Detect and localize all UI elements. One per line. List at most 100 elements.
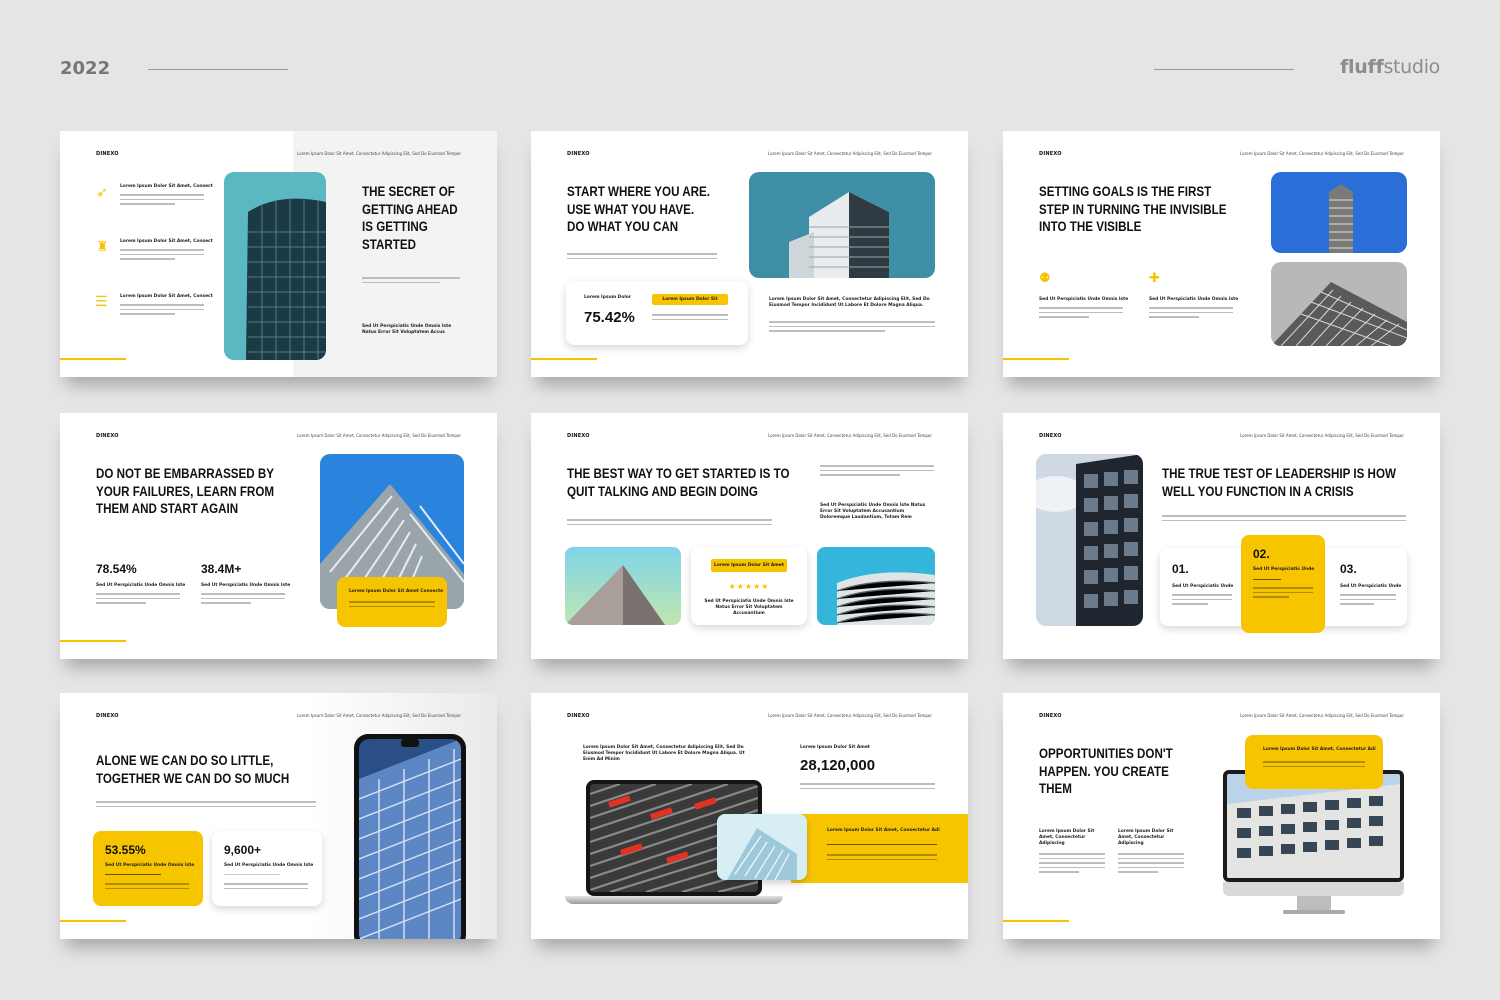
- s7-stat1-card: 53.55% Sed Ut Perspiciatis Unde Omnis Is…: [93, 831, 203, 906]
- s5-tag: Lorem Ipsum Dolor Sit Amet: [711, 559, 787, 572]
- s2-stat: 75.42%: [584, 309, 635, 326]
- s4-stat2: 38.4M+: [201, 562, 242, 576]
- slide-5[interactable]: DINEXO Lorem Ipsum Dolor Sit Amet, Conse…: [531, 413, 968, 659]
- slide-logo: DINEXO: [1039, 433, 1062, 439]
- slide-topnote: Lorem Ipsum Dolor Sit Amet, Consectetur …: [768, 151, 932, 156]
- tower-sky-photo: [1271, 172, 1407, 253]
- slide-logo: DINEXO: [96, 151, 119, 157]
- puzzle-icon: ✚: [1149, 271, 1160, 286]
- s7-stat2-label: Sed Ut Perspiciatis Unde Omnis Iste: [224, 863, 314, 868]
- accent-line: [1003, 920, 1069, 922]
- header-rule-right: [1154, 69, 1294, 70]
- slide-6[interactable]: DINEXO Lorem Ipsum Dolor Sit Amet, Conse…: [1003, 413, 1440, 659]
- glass-tower-photo: [1036, 454, 1143, 626]
- s2-stat-card: Lorem Ipsum Dolor 75.42% Lorem Ipsum Dol…: [566, 281, 748, 345]
- slide-topnote: Lorem Ipsum Dolor Sit Amet, Consectetur …: [1240, 713, 1404, 718]
- s1-title: THE SECRET OF GETTING AHEAD IS GETTING S…: [362, 184, 458, 252]
- slide-logo: DINEXO: [1039, 713, 1062, 719]
- s5-note: Sed Ut Perspiciatis Unde Omnis Iste Natu…: [820, 503, 926, 521]
- s8-band-text: Lorem Ipsum Dolor Sit Amet, Consectetur …: [827, 828, 940, 833]
- s1-note: Sed Ut Perspiciatis Unde Omnis Iste Natu…: [362, 324, 452, 336]
- slide-1[interactable]: DINEXO Lorem Ipsum Dolor Sit Amet, Conse…: [60, 131, 497, 377]
- s6-step-3-num: 03.: [1340, 562, 1357, 576]
- rocket-icon: ➶: [96, 185, 108, 201]
- s4-card-text: Lorem Ipsum Dolor Sit Amet Consecte: [349, 589, 444, 594]
- s6-step-2-label: Sed Ut Perspiciatis Unde: [1253, 567, 1315, 572]
- s2-card-label: Lorem Ipsum Dolor: [584, 295, 632, 300]
- slide-topnote: Lorem Ipsum Dolor Sit Amet, Consectetur …: [1240, 433, 1404, 438]
- s4-stat1: 78.54%: [96, 562, 137, 576]
- s1-item-2: Lorem Ipsum Dolor Sit Amet, Consect: [120, 239, 213, 244]
- chess-icon: ♜: [96, 239, 109, 255]
- s5-card-note: Sed Ut Perspiciatis Unde Omnis Iste Natu…: [704, 599, 794, 617]
- slide-topnote: Lorem Ipsum Dolor Sit Amet, Consectetur …: [1240, 151, 1404, 156]
- curved-building-photo: [817, 547, 935, 625]
- accent-line: [531, 358, 597, 360]
- s7-stat2: 9,600+: [224, 843, 262, 857]
- s1-item-3: Lorem Ipsum Dolor Sit Amet, Consect: [120, 294, 213, 299]
- s7-stat1-label: Sed Ut Perspiciatis Unde Omnis Iste: [105, 863, 195, 868]
- accent-line: [1003, 358, 1069, 360]
- s5-rating-card: Lorem Ipsum Dolor Sit Amet ★★★★★ Sed Ut …: [691, 547, 807, 625]
- s6-step-3-label: Sed Ut Perspiciatis Unde: [1340, 584, 1402, 589]
- star-rating-icon: ★★★★★: [728, 582, 770, 591]
- slide-topnote: Lorem Ipsum Dolor Sit Amet, Consectetur …: [768, 713, 932, 718]
- tower-photo: [224, 172, 326, 360]
- phone-mockup: [354, 734, 466, 939]
- phone-screen-photo: [359, 739, 461, 939]
- s4-stat1-label: Sed Ut Perspiciatis Unde Omnis Iste: [96, 583, 186, 588]
- slide-logo: DINEXO: [1039, 151, 1062, 157]
- slide-topnote: Lorem Ipsum Dolor Sit Amet, Consectetur …: [297, 713, 461, 718]
- s3-title: SETTING GOALS IS THE FIRST STEP IN TURNI…: [1039, 184, 1227, 234]
- list-icon: ☰: [95, 294, 108, 310]
- lattice-photo: [1271, 262, 1407, 346]
- s9-yellow-card: Lorem Ipsum Dolor Sit Amet, Consectetur …: [1245, 735, 1383, 789]
- slide-logo: DINEXO: [567, 151, 590, 157]
- slide-logo: DINEXO: [96, 713, 119, 719]
- s4-yellow-card: Lorem Ipsum Dolor Sit Amet Consecte: [337, 577, 447, 627]
- brand-light: studio: [1383, 56, 1440, 78]
- s2-tag: Lorem Ipsum Dolor Sit: [652, 294, 728, 305]
- accent-line: [60, 640, 126, 642]
- s3-col2: Sed Ut Perspiciatis Unde Omnis Iste: [1149, 297, 1239, 302]
- s2-desc: Lorem Ipsum Dolor Sit Amet, Consectetur …: [769, 297, 930, 309]
- glass-building-photo: [717, 814, 807, 880]
- header-rule-left: [148, 69, 288, 70]
- s8-yellow-band: Lorem Ipsum Dolor Sit Amet, Consectetur …: [791, 814, 968, 883]
- slide-topnote: Lorem Ipsum Dolor Sit Amet, Consectetur …: [297, 151, 461, 156]
- s6-highlight-step: 02. Sed Ut Perspiciatis Unde: [1241, 535, 1325, 633]
- team-icon: ⚉: [1039, 271, 1051, 286]
- s7-stat2-card: 9,600+ Sed Ut Perspiciatis Unde Omnis Is…: [212, 831, 322, 906]
- monitor-stand: [1297, 896, 1331, 910]
- slide-topnote: Lorem Ipsum Dolor Sit Amet, Consectetur …: [768, 433, 932, 438]
- s6-step-1-num: 01.: [1172, 562, 1189, 576]
- slide-2[interactable]: DINEXO Lorem Ipsum Dolor Sit Amet, Conse…: [531, 131, 968, 377]
- slide-4[interactable]: DINEXO Lorem Ipsum Dolor Sit Amet, Conse…: [60, 413, 497, 659]
- s9-card-text: Lorem Ipsum Dolor Sit Amet, Consectetur …: [1263, 747, 1376, 752]
- year-label: 2022: [60, 58, 111, 79]
- slide-logo: DINEXO: [567, 433, 590, 439]
- laptop-base: [565, 896, 783, 904]
- s8-label: Lorem Ipsum Dolor Sit Amet: [800, 745, 870, 750]
- slide-8[interactable]: DINEXO Lorem Ipsum Dolor Sit Amet, Conse…: [531, 693, 968, 939]
- slide-logo: DINEXO: [567, 713, 590, 719]
- brand-logo: fluffstudio: [1340, 56, 1440, 78]
- s6-title: THE TRUE TEST OF LEADERSHIP IS HOW WELL …: [1162, 466, 1396, 499]
- slide-topnote: Lorem Ipsum Dolor Sit Amet, Consectetur …: [297, 433, 461, 438]
- s9-col1: Lorem Ipsum Dolor Sit Amet, Consectetur …: [1039, 829, 1095, 847]
- accent-line: [60, 358, 126, 360]
- slide-3[interactable]: DINEXO Lorem Ipsum Dolor Sit Amet, Conse…: [1003, 131, 1440, 377]
- s4-stat2-label: Sed Ut Perspiciatis Unde Omnis Iste: [201, 583, 291, 588]
- brand-bold: fluff: [1340, 56, 1384, 78]
- slide-9[interactable]: DINEXO Lorem Ipsum Dolor Sit Amet, Conse…: [1003, 693, 1440, 939]
- skyscraper-photo: [749, 172, 935, 278]
- accent-line: [60, 920, 126, 922]
- corner-building-photo: [565, 547, 681, 625]
- s7-stat1: 53.55%: [105, 843, 146, 857]
- slide-7[interactable]: DINEXO Lorem Ipsum Dolor Sit Amet, Conse…: [60, 693, 497, 939]
- s1-item-1: Lorem Ipsum Dolor Sit Amet, Consect: [120, 184, 213, 189]
- s9-col2: Lorem Ipsum Dolor Sit Amet, Consectetur …: [1118, 829, 1174, 847]
- s8-head: Lorem Ipsum Dolor Sit Amet, Consectetur …: [583, 745, 745, 763]
- s3-col1: Sed Ut Perspiciatis Unde Omnis Iste: [1039, 297, 1129, 302]
- s4-title: DO NOT BE EMBARRASSED BY YOUR FAILURES, …: [96, 466, 275, 516]
